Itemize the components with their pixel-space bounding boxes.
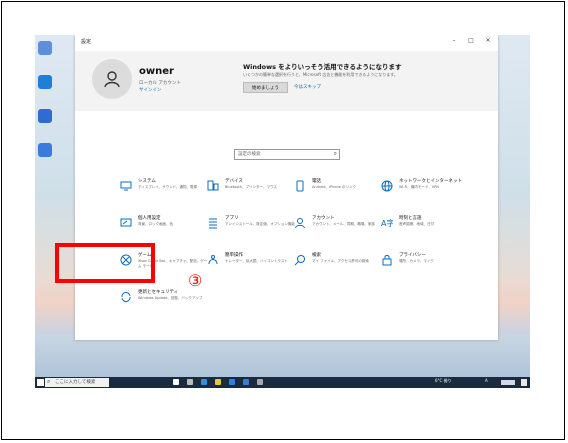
tile-title: プライバシー <box>399 253 426 258</box>
person-icon <box>293 216 307 230</box>
signin-link[interactable]: サインイン <box>139 87 162 93</box>
account-name: owner <box>139 66 174 77</box>
tile-devices[interactable]: デバイス Bluetooth、プリンター、マウス <box>206 178 296 200</box>
tile-system[interactable]: システム ディスプレイ、サウンド、通知、電源 <box>119 178 209 200</box>
tile-title: アカウント <box>312 216 335 221</box>
tile-ease-of-access[interactable]: 簡単操作 ナレーター、拡大鏡、ハイコントラスト <box>206 252 296 274</box>
tile-search[interactable]: 検索 マイ ファイル、アクセス許可の検索 <box>293 252 383 274</box>
settings-window: 設定 – □ ✕ owner ローカル アカウント サインイン Windows … <box>75 35 498 340</box>
tile-phone[interactable]: 電話 Android、iPhone のリンク <box>293 178 383 200</box>
tile-title: 時刻と言語 <box>399 216 422 221</box>
search-icon <box>293 253 307 267</box>
tile-desc: Android、iPhone のリンク <box>312 185 356 189</box>
time-language-icon: A字 <box>380 216 394 230</box>
tile-title: ネットワークとインターネット <box>399 179 462 184</box>
tile-title: 個人用設定 <box>138 216 161 221</box>
taskbar-search-input[interactable]: ⌕ ここに入力して検索 <box>45 378 109 387</box>
ime-indicator[interactable]: A <box>485 378 488 383</box>
minimize-button[interactable]: – <box>448 37 460 44</box>
tile-desc: Windows Update、回復、バックアップ <box>138 296 203 300</box>
devices-icon <box>206 179 220 193</box>
desktop-word-icon[interactable] <box>38 109 52 123</box>
tile-personalization[interactable]: 個人用設定 背景、ロック画面、色 <box>119 215 209 237</box>
tile-desc: Wi-Fi、機内モード、VPN <box>399 185 439 189</box>
search-placeholder: 設定の検索 <box>238 152 261 157</box>
tile-desc: 場所、カメラ、マイク <box>399 259 434 263</box>
tile-desc: アンインストール、既定値、オプション機能 <box>225 222 295 226</box>
store-icon[interactable] <box>229 379 235 385</box>
personalization-icon <box>119 216 133 230</box>
tile-time-language[interactable]: A字 時刻と言語 音声認識、地域、日付 <box>380 215 470 237</box>
highlight-box <box>55 243 155 283</box>
clock-area[interactable] <box>501 380 515 385</box>
tile-update-security[interactable]: 更新とセキュリティ Windows Update、回復、バックアップ <box>119 289 209 311</box>
tile-desc: 背景、ロック画面、色 <box>138 222 173 226</box>
display-icon <box>119 179 133 193</box>
phone-icon <box>293 179 307 193</box>
apps-icon <box>206 216 220 230</box>
file-explorer-icon[interactable] <box>215 379 221 385</box>
tile-title: 検索 <box>312 253 321 258</box>
svg-text:A字: A字 <box>381 218 393 228</box>
tile-apps[interactable]: アプリ アンインストール、既定値、オプション機能 <box>206 215 296 237</box>
weather-status[interactable]: 6°C 曇り <box>435 378 452 384</box>
tile-title: デバイス <box>225 179 243 184</box>
step-marker: ③ <box>188 271 203 290</box>
tile-accounts[interactable]: アカウント アカウント、メール、同期、職場、家族 <box>293 215 383 237</box>
start-button[interactable] <box>37 379 44 386</box>
globe-icon <box>380 179 394 193</box>
tile-title: 電話 <box>312 179 321 184</box>
tile-title: 更新とセキュリティ <box>138 290 179 295</box>
desktop-recycle-icon[interactable] <box>38 41 52 55</box>
tile-desc: アカウント、メール、同期、職場、家族 <box>312 222 375 226</box>
close-button[interactable]: ✕ <box>482 37 494 44</box>
avatar[interactable] <box>92 59 132 99</box>
promo-subtitle: いくつかの簡単な選択を行うと、Microsoft 広告と機能を利用できるようにな… <box>243 72 398 77</box>
mail-icon[interactable] <box>243 379 249 385</box>
tile-desc: ナレーター、拡大鏡、ハイコントラスト <box>225 259 288 263</box>
notification-icon[interactable] <box>521 379 527 386</box>
window-title: 設定 <box>81 39 92 45</box>
user-icon <box>104 71 120 88</box>
tile-privacy[interactable]: プライバシー 場所、カメラ、マイク <box>380 252 470 274</box>
skip-link[interactable]: 今はスキップ <box>294 84 321 90</box>
tile-desc: 音声認識、地域、日付 <box>399 222 434 226</box>
tile-desc: Bluetooth、プリンター、マウス <box>225 185 277 189</box>
promo-title: Windows をよりいっそう活用できるようになります <box>243 63 402 71</box>
account-type: ローカル アカウント <box>139 81 181 86</box>
tile-title: 簡単操作 <box>225 253 243 258</box>
task-view-icon[interactable] <box>173 379 179 385</box>
taskbar: ⌕ ここに入力して検索 6°C 曇り A <box>35 377 530 388</box>
maximize-button[interactable]: □ <box>465 37 477 44</box>
title-bar: 設定 – □ ✕ <box>75 35 498 51</box>
desktop-screenshot: 設定 – □ ✕ owner ローカル アカウント サインイン Windows … <box>35 35 530 388</box>
desktop-app-icon[interactable] <box>38 143 52 157</box>
search-icon: ⌕ <box>47 378 51 385</box>
account-header: owner ローカル アカウント サインイン Windows をよりいっそう活用… <box>75 51 498 111</box>
ease-of-access-icon <box>206 253 220 267</box>
tile-network[interactable]: ネットワークとインターネット Wi-Fi、機内モード、VPN <box>380 178 470 200</box>
sync-icon <box>119 290 133 304</box>
tile-desc: ディスプレイ、サウンド、通知、電源 <box>138 185 198 189</box>
taskbar-search-placeholder: ここに入力して検索 <box>55 380 96 385</box>
desktop-edge-icon[interactable] <box>38 75 52 89</box>
edge-icon[interactable] <box>201 379 207 385</box>
search-icon: ⌕ <box>333 150 337 157</box>
get-started-button[interactable]: 始めましょう <box>243 82 288 93</box>
lock-icon <box>380 253 394 267</box>
tile-title: アプリ <box>225 216 239 221</box>
tile-desc: マイ ファイル、アクセス許可の検索 <box>312 259 369 263</box>
settings-search-input[interactable]: 設定の検索 ⌕ <box>234 149 340 160</box>
tile-title: システム <box>138 179 156 184</box>
widgets-icon[interactable] <box>187 379 193 385</box>
settings-gear-icon[interactable] <box>257 379 263 385</box>
